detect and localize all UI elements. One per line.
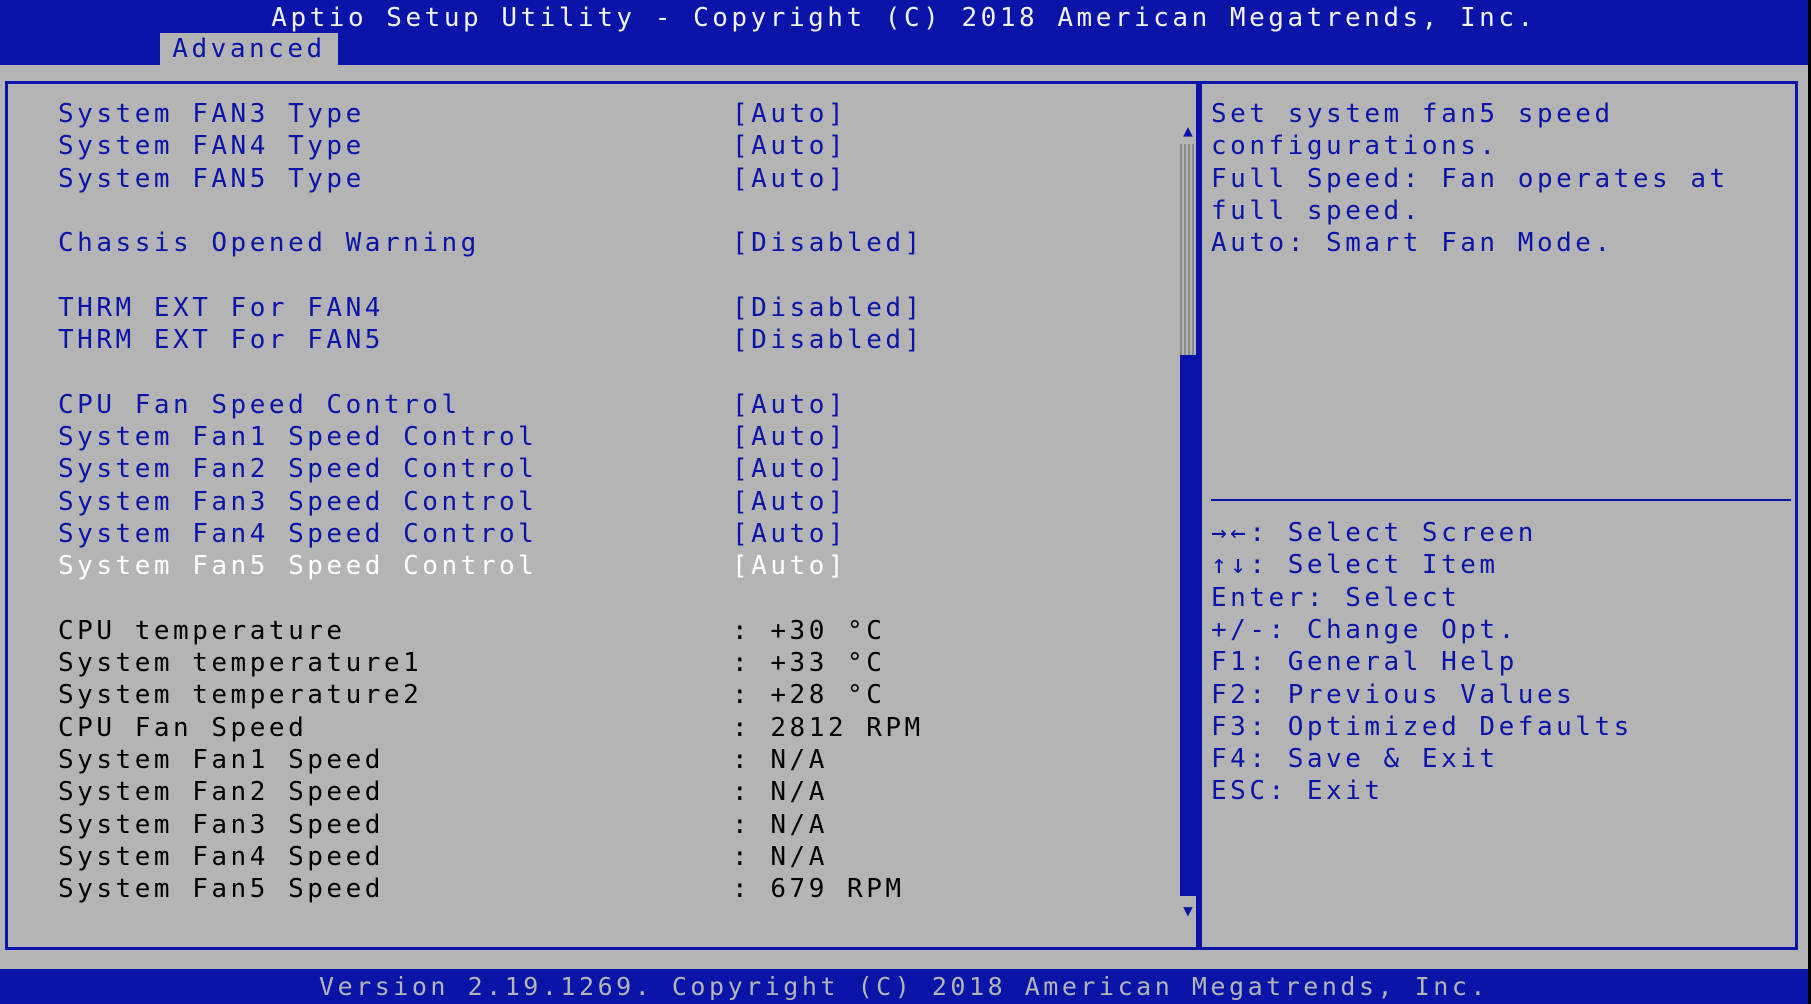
setting-label: THRM EXT For FAN4 [58, 292, 384, 323]
setting-value[interactable]: [Auto] [732, 518, 847, 550]
setting-row[interactable]: System FAN3 Type [Auto] [8, 98, 1158, 130]
setting-label: System FAN4 Type [58, 131, 365, 162]
info-row: CPU temperature : +30 °C [8, 615, 1158, 647]
title-bar: Aptio Setup Utility - Copyright (C) 2018… [0, 0, 1808, 65]
info-value: : +30 °C [732, 615, 886, 646]
setting-label: Chassis Opened Warning [58, 228, 480, 259]
info-row: System Fan1 Speed : N/A [8, 744, 1158, 776]
setting-value[interactable]: [Auto] [732, 550, 847, 582]
info-row: CPU Fan Speed : 2812 RPM [8, 712, 1158, 744]
key-hint: +/-: Change Opt. [1211, 614, 1518, 645]
info-row: System temperature1 : +33 °C [8, 647, 1158, 679]
footer-bar: Version 2.19.1269. Copyright (C) 2018 Am… [0, 969, 1808, 1004]
setting-label: System Fan1 Speed [58, 745, 384, 775]
info-value: : N/A [732, 841, 828, 872]
setting-label: CPU temperature [58, 615, 346, 646]
setting-value[interactable]: [Disabled] [732, 292, 924, 324]
settings-panel: System FAN3 Type [Auto] System FAN4 Type [A… [5, 81, 1199, 950]
setting-value[interactable]: [Disabled] [732, 227, 924, 259]
info-value: : N/A [732, 745, 828, 775]
tab-advanced[interactable]: Advanced [160, 33, 338, 65]
help-divider [1211, 499, 1791, 501]
info-row: System Fan4 Speed : N/A [8, 841, 1158, 873]
setting-row[interactable]: System Fan2 Speed Control [Auto] [8, 453, 1158, 485]
help-text-line: Auto: Smart Fan Mode. [1211, 228, 1614, 259]
setting-value[interactable]: [Auto] [732, 421, 847, 453]
setting-row[interactable]: CPU Fan Speed Control [Auto] [8, 389, 1158, 421]
bios-screen: Aptio Setup Utility - Copyright (C) 2018… [0, 0, 1808, 1004]
setting-value[interactable]: [Auto] [732, 389, 847, 421]
scrollbar[interactable]: ▲ ▼ [1179, 122, 1197, 942]
setting-value[interactable]: [Auto] [732, 163, 847, 195]
setting-label: System Fan1 Speed Control [58, 422, 538, 452]
key-hint: F3: Optimized Defaults [1211, 711, 1633, 742]
setting-label: System FAN3 Type [58, 99, 365, 129]
scroll-down-arrow-icon[interactable]: ▼ [1179, 902, 1197, 920]
scroll-thumb[interactable] [1180, 354, 1196, 896]
setting-label: System Fan2 Speed Control [58, 454, 538, 485]
setting-label: THRM EXT For FAN5 [58, 325, 384, 356]
help-text-line: configurations. [1211, 131, 1499, 162]
info-value: : 679 RPM [732, 874, 905, 905]
body-area: System FAN3 Type [Auto] System FAN4 Type [A… [0, 65, 1808, 969]
setting-row[interactable]: System FAN4 Type [Auto] [8, 130, 1158, 162]
info-row: System Fan3 Speed : N/A [8, 809, 1158, 841]
key-hint: F1: General Help [1211, 647, 1518, 678]
key-hint: F4: Save & Exit [1211, 744, 1499, 775]
setting-value[interactable]: [Auto] [732, 98, 847, 130]
scroll-up-arrow-icon[interactable]: ▲ [1179, 122, 1197, 140]
setting-label: CPU Fan Speed Control [58, 389, 461, 420]
setting-label: System Fan2 Speed [58, 777, 384, 808]
setting-row[interactable]: System Fan3 Speed Control [Auto] [8, 486, 1158, 518]
setting-row[interactable]: System Fan1 Speed Control [Auto] [8, 421, 1158, 453]
help-text-line: full speed. [1211, 195, 1422, 226]
setting-label: CPU Fan Speed [58, 712, 308, 743]
info-row: System Fan2 Speed : N/A [8, 776, 1158, 808]
info-value: : N/A [732, 809, 828, 840]
key-hint: F2: Previous Values [1211, 679, 1576, 710]
setting-label: System Fan5 Speed [58, 874, 384, 905]
setting-value[interactable]: [Auto] [732, 130, 847, 162]
scroll-track[interactable] [1180, 144, 1196, 896]
setting-row[interactable]: System Fan4 Speed Control [Auto] [8, 518, 1158, 550]
key-hint: ↑↓: Select Item [1211, 550, 1499, 581]
key-hint: →←: Select Screen [1211, 518, 1537, 548]
setting-row[interactable]: Chassis Opened Warning [Disabled] [8, 227, 1158, 259]
setting-row[interactable]: THRM EXT For FAN4 [Disabled] [8, 292, 1158, 324]
setting-label: System Fan3 Speed Control [58, 486, 538, 517]
setting-row[interactable]: System FAN5 Type [Auto] [8, 163, 1158, 195]
setting-row[interactable]: System Fan5 Speed Control [Auto] [8, 550, 1158, 582]
info-row: System Fan5 Speed : 679 RPM [8, 873, 1158, 905]
version-text: Version 2.19.1269. Copyright (C) 2018 Am… [319, 972, 1489, 1001]
setting-label: System Fan4 Speed [58, 841, 384, 872]
app-title: Aptio Setup Utility - Copyright (C) 2018… [271, 3, 1537, 33]
setting-value[interactable]: [Auto] [732, 486, 847, 518]
key-hint: ESC: Exit [1211, 776, 1384, 807]
help-panel: Set system fan5 speed configurations. Full… [1199, 81, 1798, 950]
setting-value[interactable]: [Auto] [732, 453, 847, 485]
setting-label: System FAN5 Type [58, 163, 365, 194]
setting-value[interactable]: [Disabled] [732, 324, 924, 356]
setting-label: System Fan4 Speed Control [58, 518, 538, 549]
setting-label: System Fan5 Speed Control [58, 551, 538, 582]
info-value: : 2812 RPM [732, 712, 924, 743]
help-text-line: Set system fan5 speed [1211, 99, 1614, 129]
setting-label: System Fan3 Speed [58, 809, 384, 840]
info-value: : +33 °C [732, 648, 886, 679]
info-value: : +28 °C [732, 680, 886, 711]
help-text-line: Full Speed: Fan operates at [1211, 163, 1729, 194]
setting-label: System temperature1 [58, 648, 423, 679]
info-row: System temperature2 : +28 °C [8, 679, 1158, 711]
info-value: : N/A [732, 777, 828, 808]
setting-row[interactable]: THRM EXT For FAN5 [Disabled] [8, 324, 1158, 356]
setting-label: System temperature2 [58, 680, 423, 711]
key-hint: Enter: Select [1211, 582, 1461, 613]
